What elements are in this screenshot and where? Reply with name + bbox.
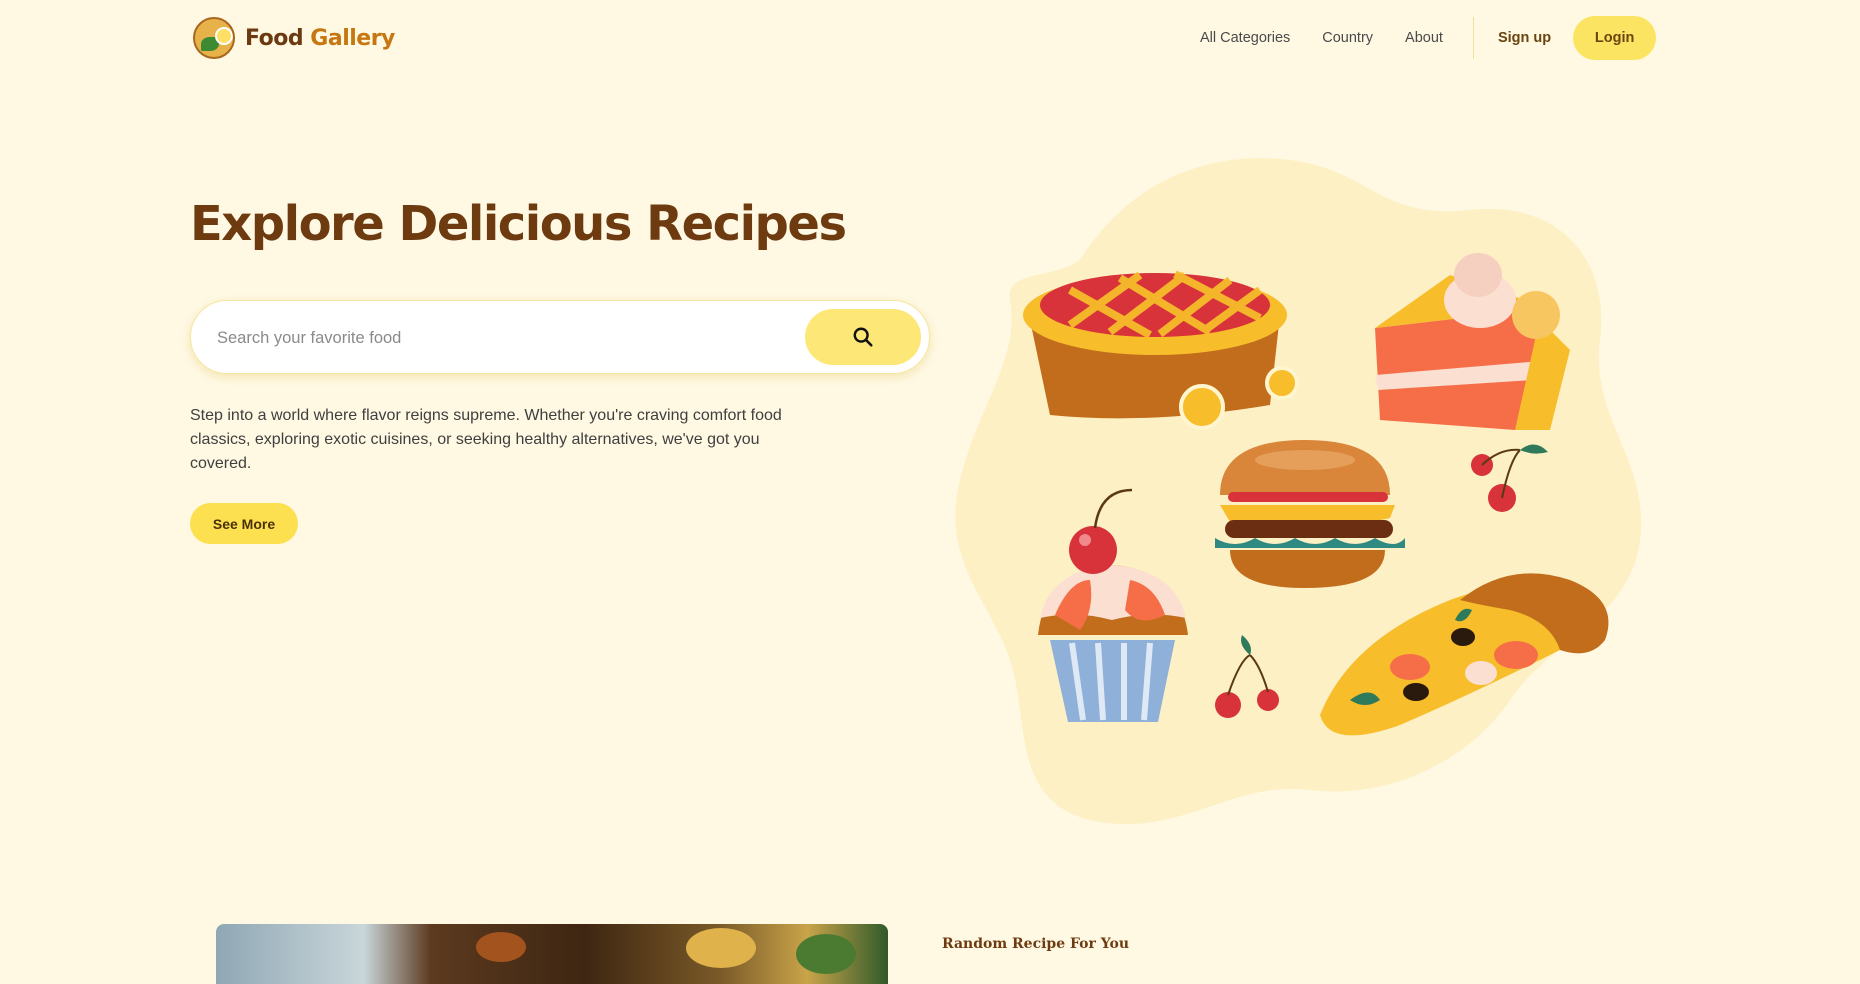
brand-name: Food Gallery — [245, 26, 395, 51]
signup-link[interactable]: Sign up — [1498, 30, 1551, 46]
food-illustration — [955, 158, 1642, 825]
pie-icon — [1023, 270, 1299, 430]
search-icon — [853, 327, 873, 347]
top-navbar: Food Gallery All Categories Country Abou… — [0, 0, 1860, 76]
login-button[interactable]: Login — [1573, 16, 1657, 60]
nav-link-about[interactable]: About — [1405, 30, 1443, 46]
nav-link-all-categories[interactable]: All Categories — [1200, 30, 1290, 46]
burger-icon — [1215, 440, 1405, 588]
see-more-button[interactable]: See More — [190, 503, 298, 544]
brand[interactable]: Food Gallery — [193, 17, 395, 59]
brand-name-part1: Food — [245, 25, 304, 51]
food-gallery-logo-icon — [193, 17, 235, 59]
hero-description: Step into a world where flavor reigns su… — [190, 407, 782, 472]
brand-name-part2: Gallery — [310, 25, 395, 51]
nav-divider — [1472, 17, 1474, 59]
nav-links: All Categories Country About Sign up Log… — [1200, 16, 1657, 60]
search-bar — [190, 300, 930, 374]
nav-link-country[interactable]: Country — [1322, 30, 1373, 46]
search-input[interactable] — [215, 319, 739, 357]
hero-title: Explore Delicious Recipes — [190, 196, 847, 252]
random-recipe-image[interactable] — [216, 924, 888, 984]
search-button[interactable] — [805, 309, 921, 365]
random-recipe-heading: Random Recipe For You — [942, 936, 1130, 952]
